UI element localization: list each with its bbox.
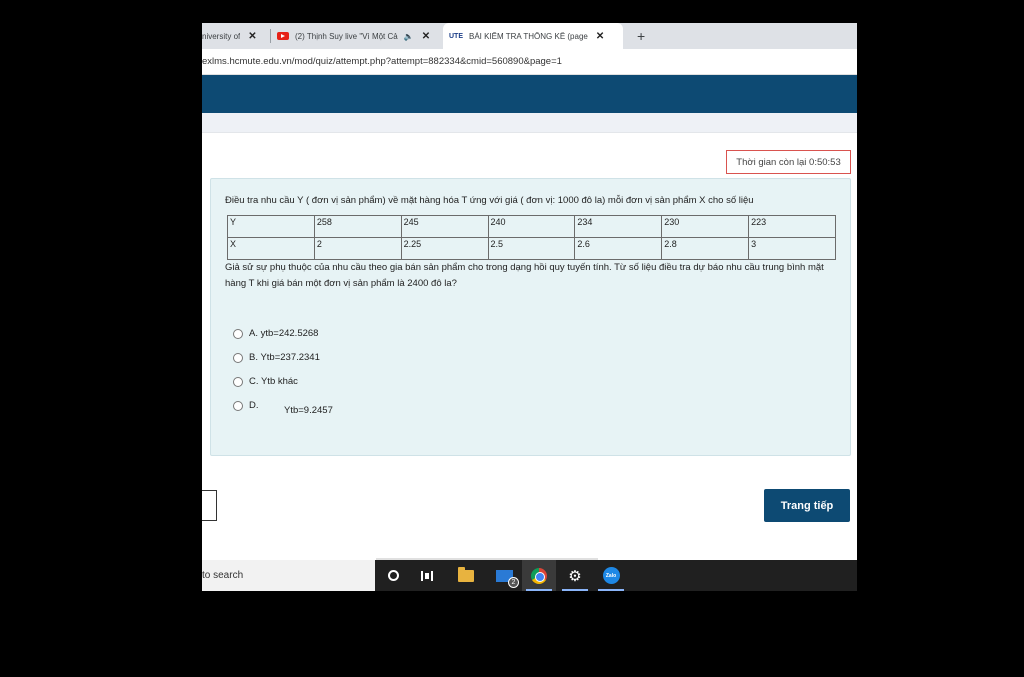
data-table: Y 258 245 240 234 230 223 X 2 2.25 2.5 2… (227, 215, 836, 260)
zalo-button[interactable]: Zalo (594, 560, 628, 591)
table-cell: 3 (748, 237, 836, 260)
search-placeholder: to search (202, 570, 244, 581)
table-cell: 258 (313, 215, 402, 238)
notification-badge: 2 (508, 577, 519, 588)
youtube-icon (277, 32, 289, 40)
table-cell: 2.25 (400, 237, 489, 260)
table-cell: X (227, 237, 315, 260)
site-header (202, 75, 857, 113)
settings-button[interactable]: ⚙ (558, 560, 592, 591)
task-view-button[interactable] (410, 560, 444, 591)
answer-option-c[interactable]: C. Ytb khác (233, 376, 298, 387)
tab-title: BÀI KIỂM TRA THỐNG KÊ (page (469, 31, 588, 41)
close-icon[interactable]: ✕ (422, 31, 430, 42)
table-cell: 230 (661, 215, 750, 238)
answer-option-d[interactable]: D. (233, 400, 259, 411)
table-cell: 245 (400, 215, 489, 238)
option-d-value: Ytb=9.2457 (284, 405, 333, 416)
tab-university[interactable]: niversity of ✕ (202, 23, 270, 49)
option-label: C. Ytb khác (249, 376, 298, 387)
new-tab-button[interactable]: + (637, 23, 645, 49)
table-cell: Y (227, 215, 315, 238)
option-label: B. Ytb=237.2341 (249, 352, 320, 363)
ute-logo-icon: UTE (449, 32, 463, 40)
table-row: Y 258 245 240 234 230 223 (227, 215, 836, 238)
cortana-button[interactable] (376, 560, 410, 591)
speaker-icon[interactable]: 🔈 (404, 32, 414, 41)
question-intro: Điều tra nhu cầu Y ( đơn vị sản phẩm) về… (225, 195, 754, 206)
table-cell: 2.6 (574, 237, 663, 260)
task-view-icon (421, 570, 433, 581)
mail-button[interactable]: 2 (487, 560, 521, 591)
tab-title: (2) Thịnh Suy live "Vì Một Cả (295, 31, 398, 41)
next-page-button[interactable]: Trang tiếp (764, 489, 850, 522)
question-panel: Điều tra nhu cầu Y ( đơn vị sản phẩm) về… (210, 178, 851, 456)
tab-youtube[interactable]: (2) Thịnh Suy live "Vì Một Cả 🔈 ✕ (271, 23, 443, 49)
taskbar-search[interactable]: to search (202, 560, 375, 591)
chrome-icon (531, 567, 547, 584)
close-icon[interactable]: ✕ (596, 31, 604, 42)
table-cell: 2 (313, 237, 402, 260)
chrome-button[interactable] (522, 560, 556, 591)
table-cell: 240 (487, 215, 576, 238)
radio-button[interactable] (233, 376, 243, 387)
file-explorer-button[interactable] (449, 560, 483, 591)
table-row: X 2 2.25 2.5 2.6 2.8 3 (227, 237, 836, 260)
folder-icon (458, 566, 474, 582)
time-remaining: Thời gian còn lại 0:50:53 (726, 150, 851, 174)
sub-header (202, 113, 857, 133)
answer-option-b[interactable]: B. Ytb=237.2341 (233, 352, 320, 363)
windows-taskbar: to search 2 ⚙ Zalo (202, 560, 857, 591)
close-icon[interactable]: ✕ (248, 31, 256, 42)
url-text[interactable]: exlms.hcmute.edu.vn/mod/quiz/attempt.php… (202, 56, 562, 67)
zalo-icon: Zalo (602, 567, 620, 584)
radio-button[interactable] (233, 400, 243, 411)
table-cell: 223 (748, 215, 836, 238)
radio-button[interactable] (233, 352, 243, 363)
previous-page-button[interactable] (202, 490, 217, 521)
answer-option-a[interactable]: A. ytb=242.5268 (233, 328, 318, 339)
tab-quiz[interactable]: UTE BÀI KIỂM TRA THỐNG KÊ (page ✕ (443, 23, 623, 49)
question-body: Giả sử sự phụ thuộc của nhu cầu theo gia… (225, 262, 824, 289)
browser-window: niversity of ✕ (2) Thịnh Suy live "Vì Mộ… (202, 23, 857, 591)
table-cell: 234 (574, 215, 663, 238)
tab-bar: niversity of ✕ (2) Thịnh Suy live "Vì Mộ… (202, 23, 857, 49)
address-bar[interactable]: exlms.hcmute.edu.vn/mod/quiz/attempt.php… (202, 49, 857, 75)
option-label: A. ytb=242.5268 (249, 328, 319, 339)
radio-button[interactable] (233, 328, 243, 339)
tab-title: niversity of (202, 31, 241, 41)
option-label: D. (249, 400, 259, 411)
table-cell: 2.8 (661, 237, 750, 260)
circle-icon (387, 570, 399, 581)
table-cell: 2.5 (487, 237, 576, 260)
gear-icon: ⚙ (568, 567, 582, 585)
